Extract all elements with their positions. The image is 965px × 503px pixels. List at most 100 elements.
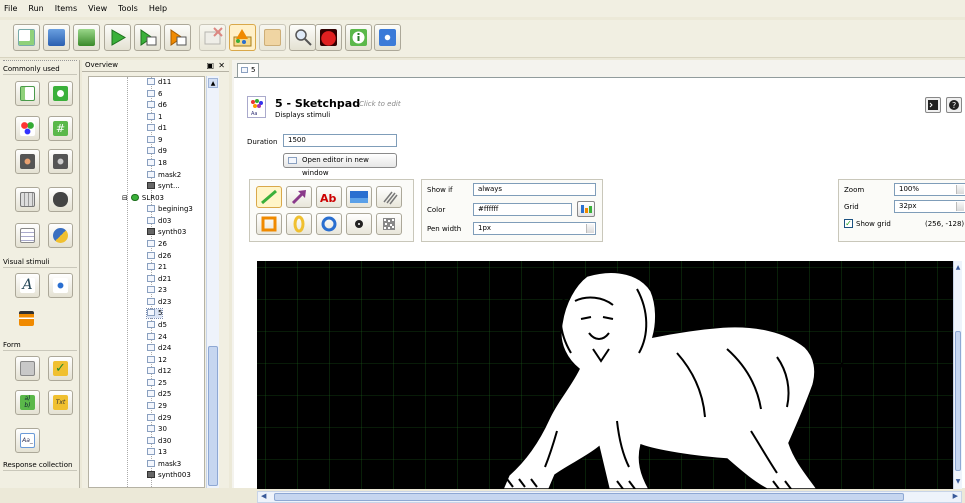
canvas-vscroll-thumb[interactable] <box>955 331 961 471</box>
text-tool-button[interactable]: Ab <box>316 186 342 208</box>
item-title[interactable]: 5 - Sketchpad <box>275 97 360 110</box>
media-player-button[interactable] <box>15 307 40 332</box>
tree-item[interactable]: mask2 <box>147 170 181 180</box>
menu-view[interactable]: View <box>88 4 107 13</box>
tree-item[interactable]: synth003 <box>147 471 191 480</box>
color-input[interactable]: #ffffff <box>473 203 572 216</box>
save-file-button[interactable] <box>73 24 100 51</box>
tab-item-5[interactable]: 5 <box>237 63 259 77</box>
logger-item-button[interactable] <box>15 223 40 248</box>
sketchpad-button[interactable] <box>229 24 256 51</box>
tree-item[interactable]: d1 <box>147 124 167 133</box>
help-button[interactable]: ? <box>946 97 962 113</box>
duration-input[interactable]: 1500 <box>283 134 397 147</box>
form-multiple-choice-button[interactable]: a) b) <box>15 390 40 415</box>
tree-item[interactable]: 6 <box>147 89 162 99</box>
tree-item[interactable]: d21 <box>147 274 171 284</box>
form-consent-button[interactable]: ✓ <box>48 356 73 381</box>
tree-item[interactable]: 9 <box>147 135 162 145</box>
tree-item[interactable]: 18 <box>147 158 167 168</box>
tree-item[interactable]: 21 <box>147 263 167 272</box>
tree-item[interactable]: d30 <box>147 436 171 446</box>
menu-items[interactable]: Items <box>55 4 77 13</box>
canvas-hscroll-thumb[interactable] <box>274 493 904 501</box>
menu-tools[interactable]: Tools <box>118 4 138 13</box>
tree-sequence-item[interactable]: ⊟ SLR03 <box>122 193 164 203</box>
tree-item[interactable]: d23 <box>147 297 171 307</box>
text-display-button[interactable]: A <box>15 273 40 298</box>
loop-item-button[interactable] <box>15 81 40 106</box>
tree-item[interactable]: 12 <box>147 355 167 365</box>
tree-item[interactable]: d03 <box>147 216 171 226</box>
debug-button[interactable] <box>315 24 342 51</box>
overview-scrollbar[interactable]: ▲ <box>206 76 219 488</box>
form-text-input-button[interactable]: Txt <box>48 390 73 415</box>
canvas-scroll-up-icon[interactable]: ▲ <box>954 264 962 272</box>
tree-item[interactable]: d11 <box>147 78 171 87</box>
tree-item[interactable]: 26 <box>147 239 167 249</box>
tree-item[interactable]: d29 <box>147 413 171 423</box>
show-if-input[interactable]: always <box>473 183 596 196</box>
scroll-left-icon[interactable]: ◀ <box>261 492 266 500</box>
circle-tool-button[interactable] <box>316 213 342 235</box>
scroll-right-icon[interactable]: ▶ <box>953 492 958 500</box>
canvas-vscrollbar[interactable]: ▲ ▼ <box>953 261 962 489</box>
grid-spin-icon[interactable] <box>956 202 964 211</box>
run-button[interactable] <box>104 24 131 51</box>
info-button[interactable] <box>345 24 372 51</box>
panel-grip[interactable] <box>3 60 77 63</box>
plugin-button[interactable] <box>374 24 401 51</box>
tree-item[interactable]: begining3 <box>147 205 193 214</box>
keyboard-item-button[interactable] <box>15 187 40 212</box>
synth-item-button[interactable] <box>48 149 73 174</box>
item-description[interactable]: Displays stimuli <box>275 111 330 119</box>
pen-width-spinbox[interactable]: 1px <box>473 222 596 235</box>
search-button[interactable] <box>289 24 316 51</box>
fixation-dot-button[interactable] <box>48 273 73 298</box>
image-tool-button[interactable] <box>346 186 372 208</box>
overview-tree[interactable]: d11 6 d6 1 d1 9 d9 18 mask2 synt... ⊟ SLR03 begining… <box>88 76 205 488</box>
tree-item[interactable]: d6 <box>147 101 167 110</box>
mouse-item-button[interactable] <box>48 187 73 212</box>
float-panel-icon[interactable]: ▣ <box>206 60 214 71</box>
fixdot-tool-button[interactable] <box>346 213 372 235</box>
arrow-tool-button[interactable] <box>286 186 312 208</box>
sketchpad-canvas[interactable]: ▲ ▼ <box>257 261 962 489</box>
zoom-button[interactable] <box>259 24 286 51</box>
scroll-up-icon[interactable]: ▲ <box>208 78 218 88</box>
tree-item[interactable]: 13 <box>147 448 167 457</box>
form-text-display-button[interactable]: Aa_ <box>15 428 40 453</box>
rect-tool-button[interactable] <box>256 213 282 235</box>
tree-item[interactable]: d26 <box>147 251 171 261</box>
menu-help[interactable]: Help <box>149 4 167 13</box>
sampler-item-button[interactable] <box>15 149 40 174</box>
feedback-item-button[interactable]: # <box>48 116 73 141</box>
close-panel-icon[interactable]: ✕ <box>218 60 225 71</box>
open-editor-button[interactable]: Open editor in new window <box>283 153 397 177</box>
zoom-spin-icon[interactable] <box>956 185 964 194</box>
tree-item[interactable]: d5 <box>147 320 167 330</box>
overview-scroll-thumb[interactable] <box>208 346 218 486</box>
tree-item[interactable]: synth03 <box>147 228 186 237</box>
new-file-button[interactable] <box>13 24 40 51</box>
open-file-button[interactable] <box>43 24 70 51</box>
line-tool-button[interactable] <box>256 186 282 208</box>
gabor-tool-button[interactable] <box>376 186 402 208</box>
tree-item[interactable]: synt... <box>147 182 180 191</box>
tree-item[interactable]: d9 <box>147 147 167 156</box>
quick-run-button[interactable] <box>164 24 191 51</box>
collapse-toggle-icon[interactable]: ⊟ <box>122 194 128 202</box>
tree-item[interactable]: 23 <box>147 286 167 295</box>
sketchpad-item-button[interactable] <box>15 116 40 141</box>
sequence-item-button[interactable] <box>48 81 73 106</box>
canvas-scroll-down-icon[interactable]: ▼ <box>954 478 962 486</box>
color-picker-button[interactable] <box>577 201 595 217</box>
tree-item[interactable]: 30 <box>147 425 167 434</box>
tree-item[interactable]: 25 <box>147 378 167 388</box>
tree-item[interactable]: 5 <box>145 308 164 320</box>
menu-run[interactable]: Run <box>28 4 43 13</box>
run-window-button[interactable] <box>134 24 161 51</box>
zoom-spinbox[interactable]: 100% <box>894 183 965 196</box>
click-to-edit-hint[interactable]: Click to edit <box>359 100 401 108</box>
view-script-button[interactable] <box>925 97 941 113</box>
